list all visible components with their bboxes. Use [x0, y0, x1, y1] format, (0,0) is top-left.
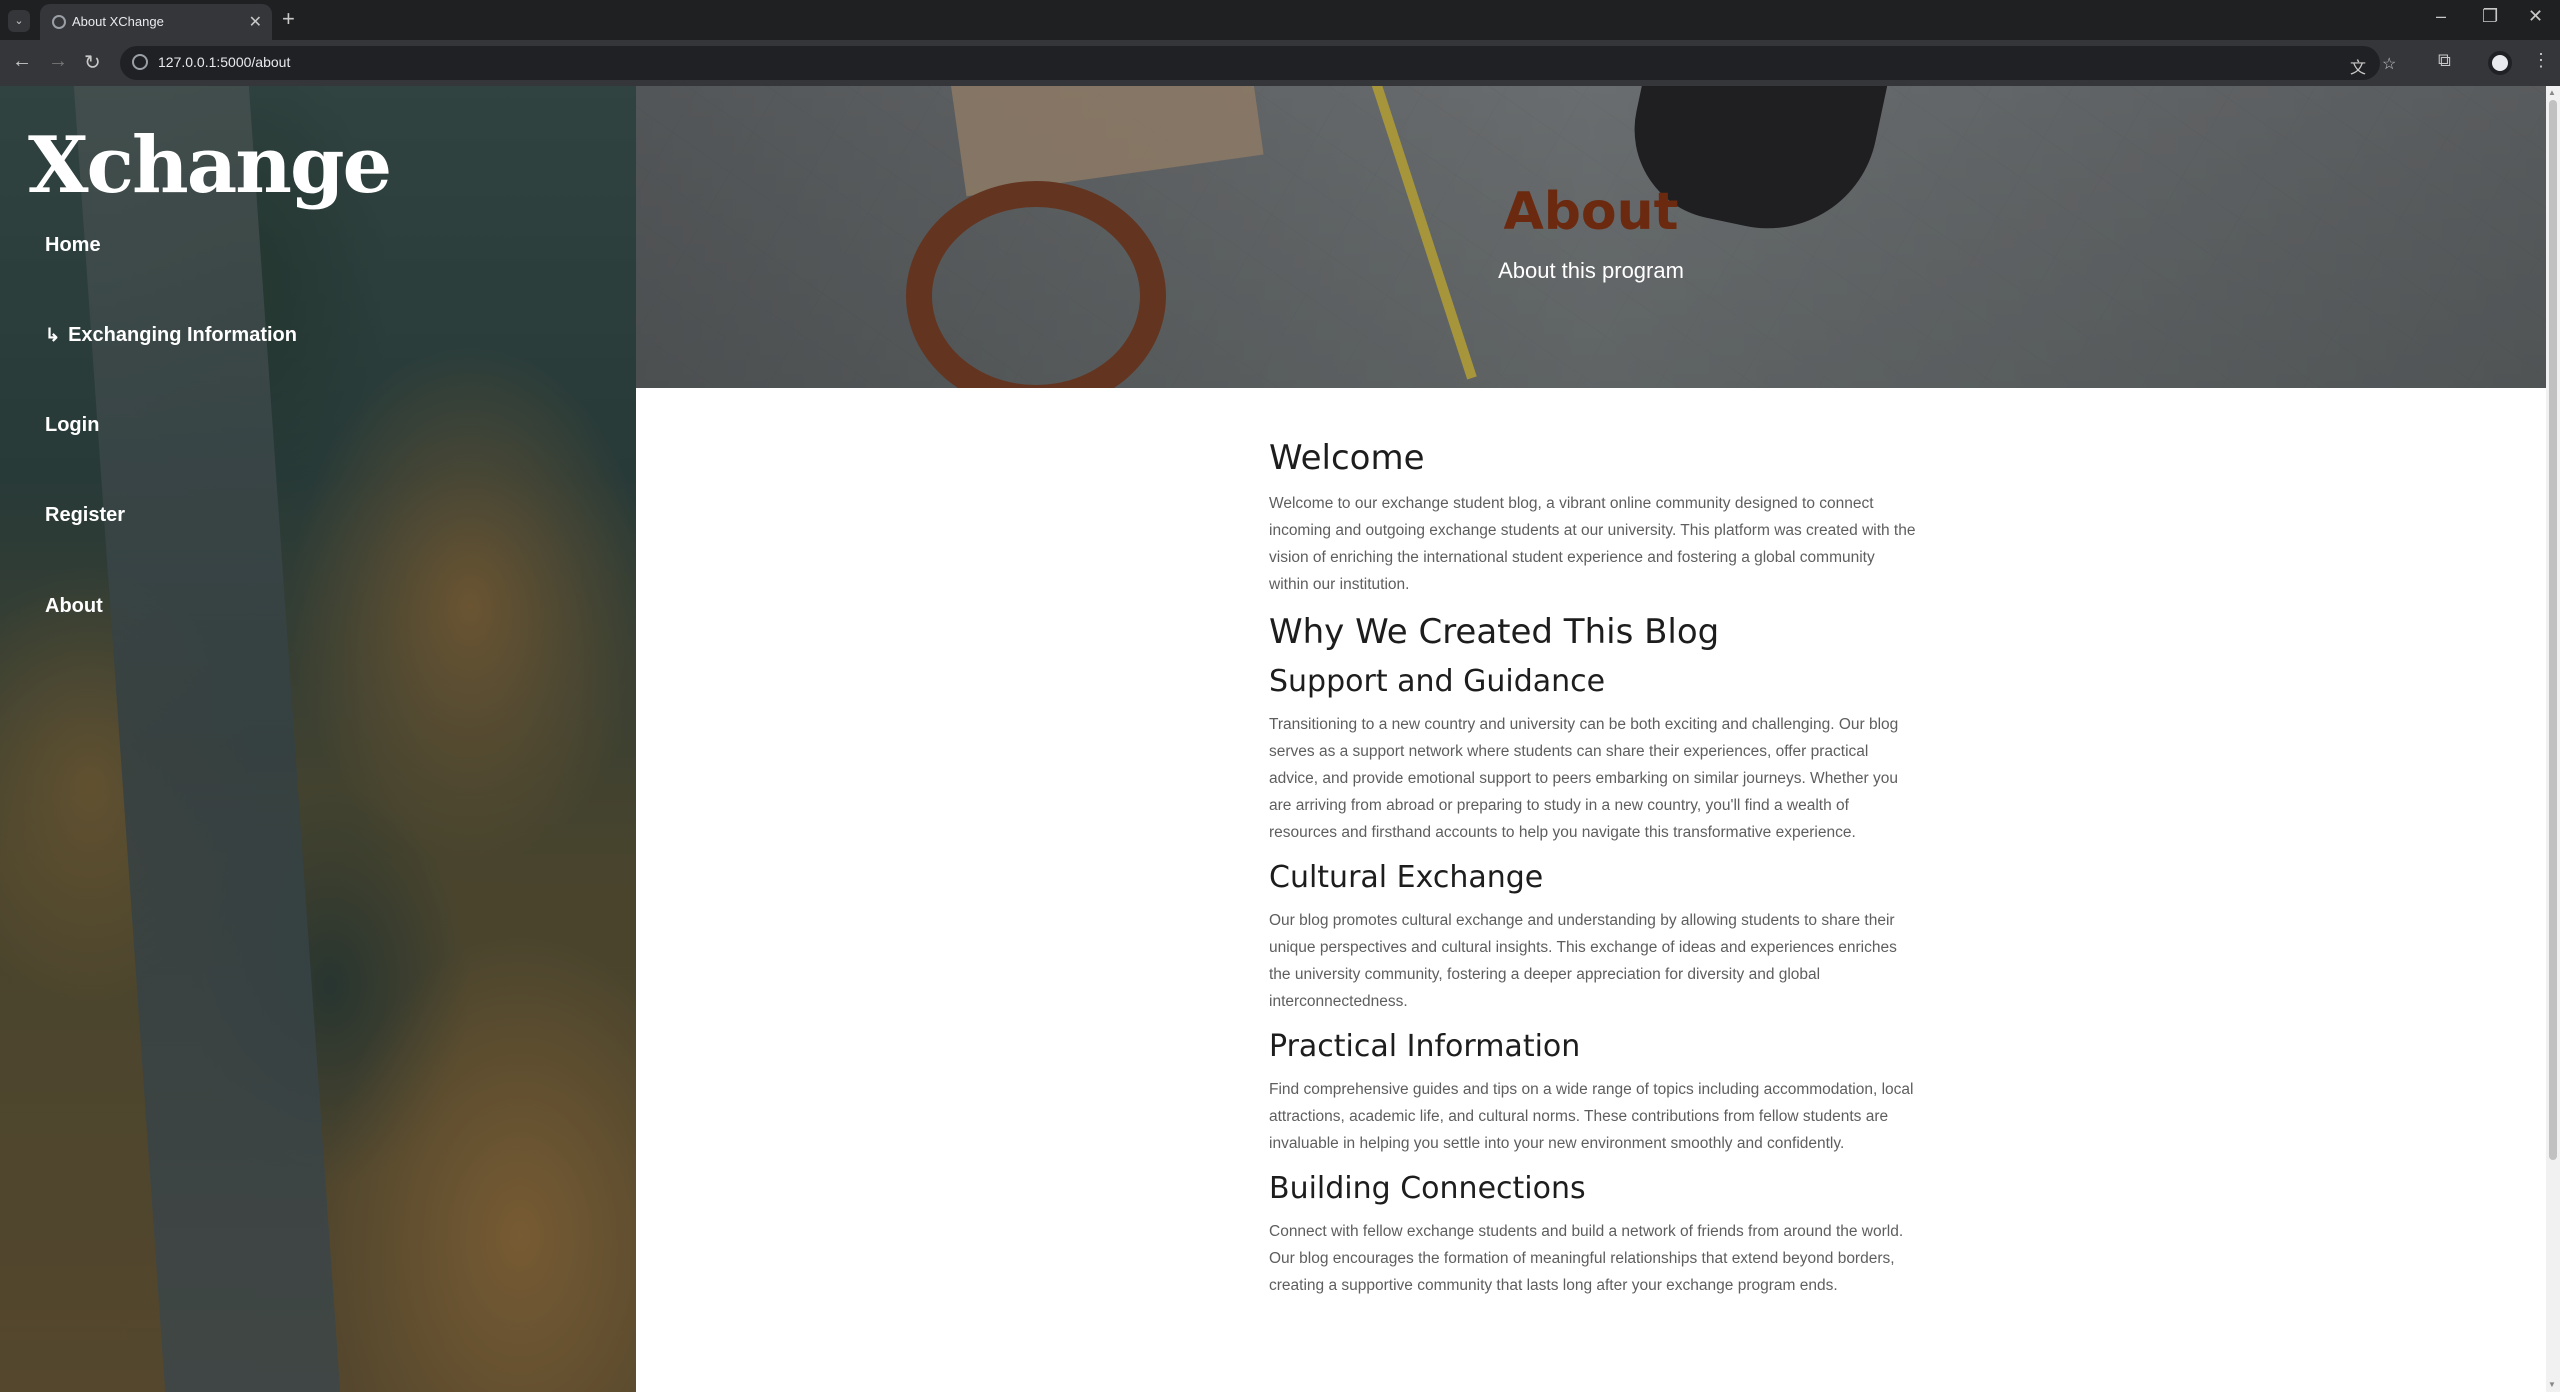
- section-text: Transitioning to a new country and unive…: [1269, 716, 1899, 841]
- bookmark-star-icon[interactable]: ☆: [2382, 54, 2396, 74]
- nav-about[interactable]: About: [45, 595, 103, 618]
- page-subtitle: About this program: [1498, 258, 1684, 283]
- browser-tab-bar: ⌄ About XChange ✕ + – ❐ ✕: [0, 0, 2560, 40]
- new-tab-button[interactable]: +: [282, 6, 295, 32]
- main-content: About About this program Welcome Welcome…: [636, 86, 2546, 1392]
- about-article: Welcome Welcome to our exchange student …: [1269, 438, 1917, 1313]
- tab-search-button[interactable]: ⌄: [8, 10, 30, 32]
- section-heading: Practical Information: [1269, 1029, 1581, 1064]
- close-window-icon[interactable]: ✕: [2528, 6, 2543, 27]
- section-text: Our blog promotes cultural exchange and …: [1269, 912, 1897, 1010]
- nav-login[interactable]: Login: [45, 414, 99, 437]
- page-scrollbar[interactable]: ▲ ▼: [2546, 86, 2560, 1392]
- translate-icon[interactable]: 文: [2350, 54, 2366, 78]
- site-logo[interactable]: Xchange: [28, 120, 392, 211]
- hero-banner: About About this program: [636, 86, 2546, 388]
- nav-home[interactable]: Home: [45, 234, 101, 257]
- nav-about-label: About: [45, 595, 103, 617]
- minimize-icon[interactable]: –: [2436, 6, 2446, 27]
- welcome-heading: Welcome: [1269, 438, 1425, 478]
- browser-tab[interactable]: About XChange ✕: [40, 4, 272, 40]
- address-bar[interactable]: 127.0.0.1:5000/about 文 ☆: [120, 46, 2396, 80]
- profile-avatar[interactable]: [2488, 51, 2512, 75]
- section-heading: Building Connections: [1269, 1171, 1586, 1206]
- globe-icon: [52, 15, 66, 29]
- tab-title: About XChange: [72, 14, 164, 29]
- back-icon[interactable]: ←: [12, 50, 32, 73]
- nav-register[interactable]: Register: [45, 504, 125, 527]
- nav-home-label: Home: [45, 234, 101, 256]
- scrollbar-thumb[interactable]: [2549, 100, 2557, 1160]
- menu-kebab-icon[interactable]: ⋮: [2532, 50, 2550, 71]
- browser-toolbar: ← → ↻ 127.0.0.1:5000/about 文 ☆ ⧉ ⋮: [0, 40, 2560, 86]
- nav-exchanging-information[interactable]: ↳ Exchanging Information: [45, 324, 297, 347]
- url-text: 127.0.0.1:5000/about: [158, 54, 291, 70]
- section-heading: Support and Guidance: [1269, 664, 1606, 699]
- nav-login-label: Login: [45, 414, 100, 436]
- why-heading: Why We Created This Blog: [1269, 612, 1720, 652]
- web-page: Xchange Home ↳ Exchanging Information Log…: [0, 86, 2560, 1392]
- subitem-arrow-icon: ↳: [45, 325, 61, 345]
- restore-icon[interactable]: ❐: [2482, 6, 2498, 27]
- page-title: About: [1503, 182, 1679, 242]
- section-text: Find comprehensive guides and tips on a …: [1269, 1081, 1914, 1152]
- reload-icon[interactable]: ↻: [84, 50, 101, 75]
- sidebar: Xchange Home ↳ Exchanging Information Log…: [0, 86, 636, 1392]
- scroll-up-arrow-icon[interactable]: ▲: [2548, 88, 2556, 97]
- section-heading: Cultural Exchange: [1269, 860, 1544, 895]
- scroll-down-arrow-icon[interactable]: ▼: [2548, 1380, 2556, 1389]
- extensions-icon[interactable]: ⧉: [2438, 50, 2451, 71]
- welcome-text: Welcome to our exchange student blog, a …: [1269, 495, 1916, 593]
- section-text: Connect with fellow exchange students an…: [1269, 1223, 1904, 1294]
- close-tab-icon[interactable]: ✕: [249, 12, 262, 32]
- nav-register-label: Register: [45, 504, 126, 526]
- nav-exchanging-information-label: Exchanging Information: [68, 324, 297, 346]
- forward-icon[interactable]: →: [48, 50, 68, 73]
- site-info-icon[interactable]: [132, 54, 148, 70]
